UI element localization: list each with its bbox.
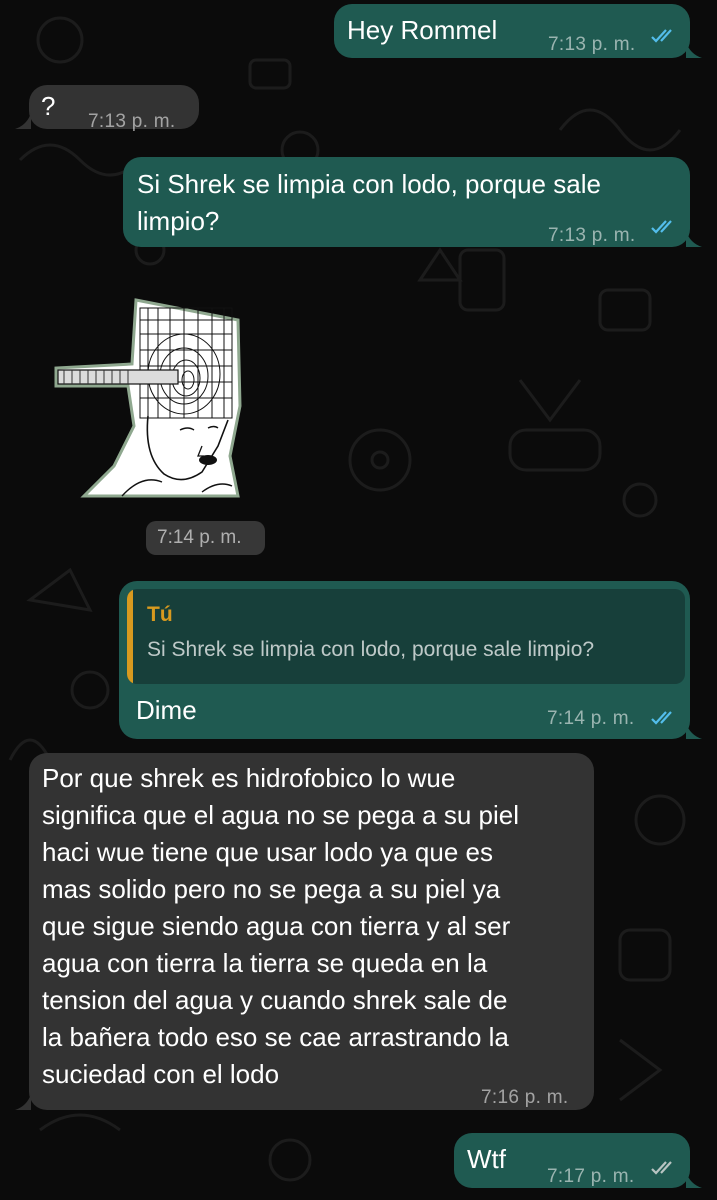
message-time: 7:13 p. m. <box>548 225 636 246</box>
message-time: 7:13 p. m. <box>88 111 176 132</box>
message-text-line: tension del agua y cuando shrek sale de <box>42 985 508 1015</box>
message-time: 7:17 p. m. <box>547 1166 635 1187</box>
bubble-tail <box>686 231 702 247</box>
bubble-tail <box>15 1094 31 1110</box>
bubble-tail <box>686 1172 702 1188</box>
message-text-line: mas solido pero no se pega a su piel ya <box>42 874 501 904</box>
quoted-reply[interactable]: Tú Si Shrek se limpia con lodo, porque s… <box>127 589 685 684</box>
message-text-line: que sigue siendo agua con tierra y al se… <box>42 911 511 941</box>
message-bubble-incoming[interactable]: ? 7:13 p. m. <box>29 85 199 132</box>
sticker-time-badge: 7:14 p. m. <box>146 521 265 555</box>
read-check-icon <box>651 711 672 725</box>
message-time: 7:16 p. m. <box>481 1087 569 1108</box>
message-text: Wtf <box>467 1144 506 1174</box>
message-time: 7:14 p. m. <box>157 527 242 548</box>
bubble-tail <box>15 113 31 129</box>
message-text: ? <box>41 91 56 121</box>
read-check-icon <box>651 220 672 234</box>
bubble-tail <box>686 42 702 58</box>
message-text-line: significa que el agua no se pega a su pi… <box>42 800 520 830</box>
message-bubble-outgoing[interactable]: Hey Rommel 7:13 p. m. <box>334 4 690 58</box>
reply-author: Tú <box>147 603 173 626</box>
delivered-check-icon <box>651 1161 672 1175</box>
message-text-line: Por que shrek es hidrofobico lo wue <box>42 763 456 793</box>
message-bubble-outgoing[interactable]: Wtf 7:17 p. m. <box>454 1133 690 1188</box>
message-text: Dime <box>136 695 197 725</box>
message-bubble-incoming[interactable]: Por que shrek es hidrofobico lo wue sign… <box>29 753 594 1110</box>
bubble-tail <box>686 723 702 739</box>
reply-accent-bar <box>127 589 133 684</box>
message-bubble-outgoing[interactable]: Si Shrek se limpia con lodo, porque sale… <box>123 157 690 247</box>
wojak-brain-vortex-sticker[interactable] <box>52 296 242 500</box>
message-text-line: haci wue tiene que usar lodo ya que es <box>42 837 493 867</box>
reply-quoted-text: Si Shrek se limpia con lodo, porque sale… <box>147 638 595 661</box>
message-text: Hey Rommel <box>347 15 498 45</box>
message-time: 7:13 p. m. <box>548 34 636 55</box>
read-check-icon <box>651 29 672 43</box>
message-text-line: agua con tierra la tierra se queda en la <box>42 948 488 978</box>
message-text-line: la bañera todo eso se cae arrastrando la <box>42 1022 509 1052</box>
message-time: 7:14 p. m. <box>547 708 635 729</box>
